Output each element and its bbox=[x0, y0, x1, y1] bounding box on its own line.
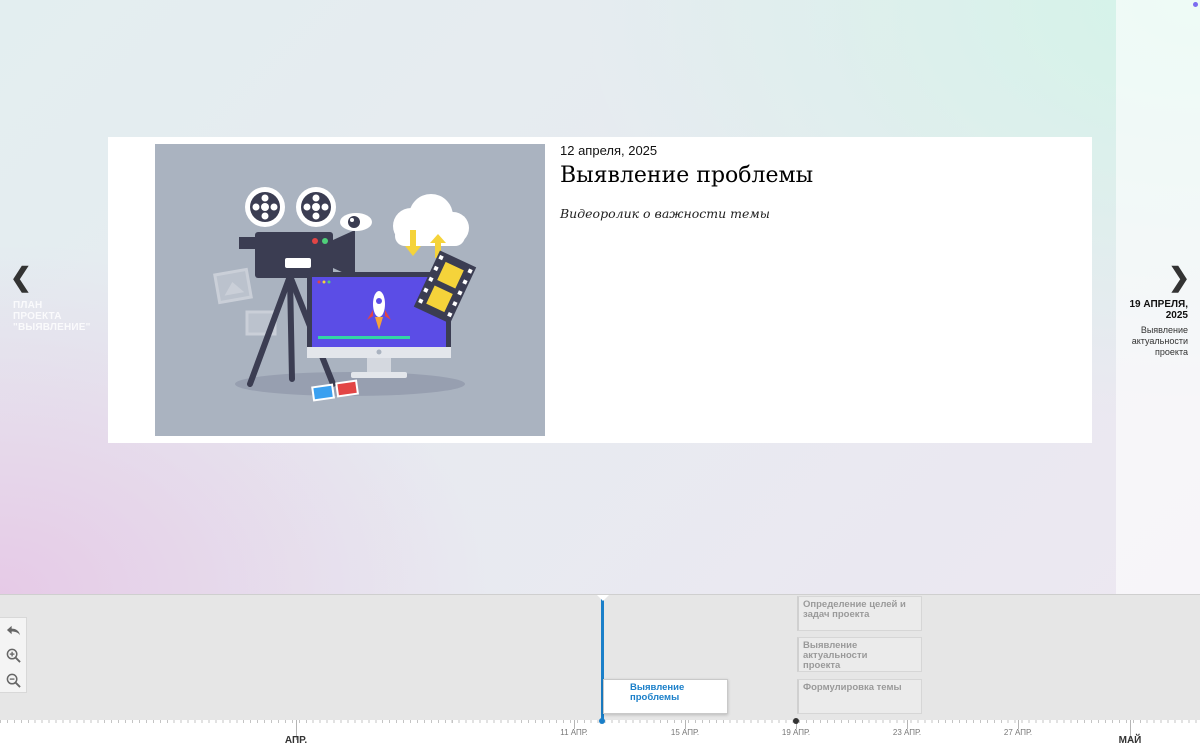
film-camera-icon bbox=[239, 230, 355, 278]
chevron-right-icon: ❯ bbox=[1168, 262, 1190, 292]
axis-day-label: 15 АПР. bbox=[670, 728, 700, 737]
axis-day-label: 19 АПР. bbox=[781, 728, 811, 737]
axis-month-label: МАЙ bbox=[1118, 735, 1142, 746]
slide-card: 12 апреля, 2025 Выявление проблемы Видео… bbox=[108, 137, 1092, 443]
undo-arrow-icon bbox=[6, 625, 20, 636]
slide-title: Выявление проблемы bbox=[560, 163, 814, 188]
film-reel-icon bbox=[245, 187, 336, 227]
timeline-nav: Определение целей и задач проекта Выявле… bbox=[0, 594, 1200, 750]
timeline-axis: АПР. МАЙ 11 АПР. 15 АПР. 19 АПР. 23 АПР.… bbox=[0, 720, 1200, 750]
eye-icon bbox=[340, 213, 372, 231]
timeline-event-topic[interactable]: Формулировка темы bbox=[797, 679, 922, 714]
active-event-label: проблемы bbox=[630, 692, 680, 703]
next-slide-panel bbox=[1116, 0, 1200, 594]
axis-month-label: АПР. bbox=[284, 735, 308, 746]
axis-day-label: 27 АПР. bbox=[1003, 728, 1033, 737]
zoom-in-button[interactable] bbox=[0, 643, 26, 668]
event-label: проекта bbox=[803, 660, 841, 671]
zoom-out-button[interactable] bbox=[0, 668, 26, 693]
zoom-out-icon bbox=[6, 673, 21, 688]
slide-stage: 12 апреля, 2025 Выявление проблемы Видео… bbox=[0, 0, 1200, 594]
slide-media bbox=[155, 144, 545, 436]
timeline-event-goals[interactable]: Определение целей и задач проекта bbox=[797, 596, 922, 631]
next-slide-date: 19 АПРЕЛЯ, 2025 bbox=[1129, 299, 1188, 321]
timeline-toolbar bbox=[0, 617, 27, 693]
back-to-start-button[interactable] bbox=[0, 618, 26, 643]
next-slide-title: Выявление актуальности проекта bbox=[1131, 325, 1188, 357]
zoom-in-icon bbox=[6, 648, 21, 663]
slide-description: Видеоролик о важности темы bbox=[560, 206, 770, 221]
cloud-upload-icon bbox=[393, 194, 469, 258]
marker-notch bbox=[597, 595, 609, 601]
event-label: Выявление актуальности bbox=[803, 640, 868, 661]
chevron-left-icon: ❮ bbox=[10, 262, 32, 292]
photo-frames-icon bbox=[213, 267, 277, 336]
slide-text: 12 апреля, 2025 Выявление проблемы Видео… bbox=[560, 143, 1080, 221]
event-label: задач проекта bbox=[803, 609, 870, 620]
slide-date: 12 апреля, 2025 bbox=[560, 143, 658, 158]
axis-day-label: 23 АПР. bbox=[892, 728, 922, 737]
event-label: Формулировка темы bbox=[803, 682, 902, 693]
timeline-event-active[interactable]: Выявление проблемы bbox=[603, 679, 728, 714]
event-dot bbox=[793, 718, 799, 724]
active-event-dot bbox=[599, 718, 605, 724]
prev-slide-title: ПЛАН ПРОЕКТА "ВЫЯВЛЕНИЕ" bbox=[13, 300, 91, 333]
video-production-illustration bbox=[213, 187, 477, 402]
indicator-dot bbox=[1193, 2, 1198, 7]
timeline-event-relevance[interactable]: Выявление актуальности проекта bbox=[797, 637, 922, 672]
axis-day-label: 11 АПР. bbox=[560, 728, 588, 737]
